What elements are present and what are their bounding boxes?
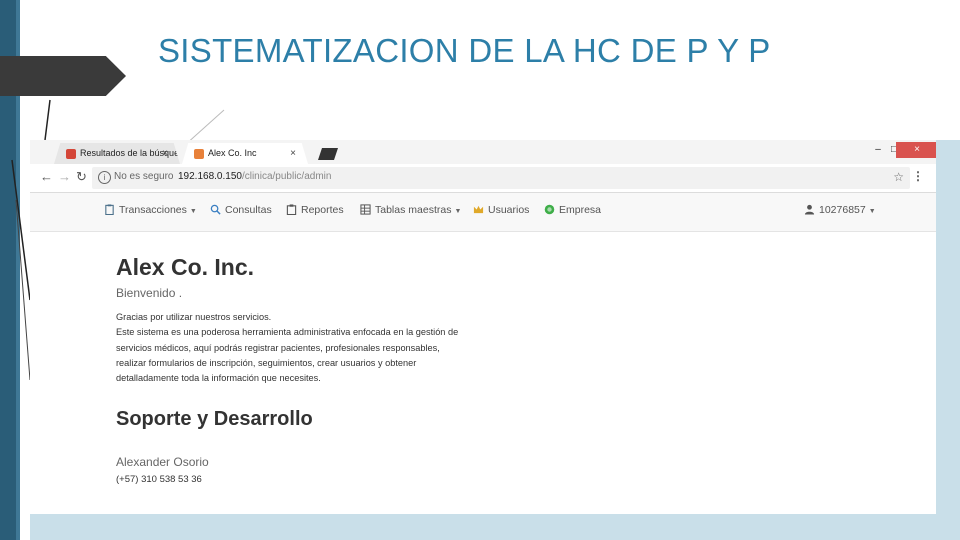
bookmark-star-icon[interactable]: ☆ [893, 170, 904, 184]
nav-empresa[interactable]: Empresa [544, 204, 601, 216]
intro-line: realizar formularios de inscripción, seg… [116, 357, 417, 368]
intro-paragraph: Gracias por utilizar nuestros servicios.… [116, 310, 486, 386]
nav-transacciones[interactable]: Transacciones ▼ [104, 204, 197, 216]
tab-alex-co[interactable]: Alex Co. Inc × [182, 143, 308, 164]
contact-phone: (+57) 310 538 53 36 [116, 474, 202, 485]
tab-strip: Resultados de la búsqued × Alex Co. Inc … [30, 140, 936, 164]
nav-label: Tablas maestras [375, 204, 452, 216]
address-bar[interactable]: i No es seguro 192.168.0.150/clinica/pub… [92, 167, 910, 189]
user-icon [804, 204, 815, 215]
menu-kebab-icon[interactable]: ⋮ [912, 169, 924, 183]
tab-search-results[interactable]: Resultados de la búsqued × [54, 143, 180, 164]
nav-tablas-maestras[interactable]: Tablas maestras ▼ [360, 204, 461, 216]
nav-usuarios[interactable]: Usuarios [473, 204, 529, 216]
intro-line: servicios médicos, aquí podrás registrar… [116, 342, 440, 353]
support-title: Soporte y Desarrollo [116, 408, 313, 430]
search-icon [210, 204, 221, 215]
contact-name: Alexander Osorio [116, 455, 209, 469]
caret-down-icon: ▼ [454, 208, 462, 215]
url-host: 192.168.0.150 [178, 171, 242, 182]
browser-window: Resultados de la búsqued × Alex Co. Inc … [30, 140, 936, 514]
nav-reportes[interactable]: Reportes [286, 204, 344, 216]
close-icon[interactable]: × [162, 143, 168, 164]
app-navbar: Transacciones ▼ Consultas Reportes Tablas… [30, 193, 936, 232]
welcome-text: Bienvenido . [116, 286, 183, 300]
clipboard-icon [105, 204, 114, 215]
nav-label: Transacciones [119, 204, 187, 216]
back-arrow-icon[interactable]: ← [40, 169, 53, 184]
nav-consultas[interactable]: Consultas [210, 204, 272, 216]
table-icon [360, 204, 371, 215]
new-tab-button[interactable] [318, 148, 338, 160]
reload-icon[interactable]: ↻ [76, 169, 87, 185]
minimize-button[interactable]: – [872, 142, 884, 158]
nav-label: Empresa [559, 204, 602, 216]
window-close-button[interactable]: × [896, 142, 936, 158]
caret-down-icon: ▼ [868, 208, 876, 215]
slide-bottom-strip [30, 514, 960, 540]
report-icon [286, 204, 297, 215]
slide-title: SISTEMATIZACION DE LA HC DE P Y P [158, 32, 771, 69]
tab-label: Alex Co. Inc [208, 148, 257, 158]
intro-line: Este sistema es una poderosa herramienta… [116, 327, 459, 338]
browser-toolbar: ← → ↻ i No es seguro 192.168.0.150/clini… [30, 164, 936, 193]
caret-down-icon: ▼ [189, 208, 197, 215]
security-label: No es seguro [114, 171, 174, 182]
app-favicon [194, 149, 204, 159]
close-icon[interactable]: × [290, 143, 296, 164]
nav-label: Usuarios [488, 204, 530, 216]
crown-icon [473, 205, 484, 214]
gmail-icon [66, 149, 76, 159]
company-name: Alex Co. Inc. [116, 254, 255, 280]
url-text[interactable]: 192.168.0.150/clinica/public/admin [178, 171, 331, 182]
globe-icon [544, 204, 555, 215]
user-menu[interactable]: 10276857 ▼ [804, 204, 876, 216]
url-path: /clinica/public/admin [241, 171, 332, 182]
user-label: 10276857 [819, 204, 866, 216]
intro-line: Gracias por utilizar nuestros servicios. [116, 312, 272, 322]
intro-line: detalladamente toda la información que n… [116, 373, 321, 384]
info-icon[interactable]: i [98, 171, 111, 184]
nav-label: Reportes [301, 204, 344, 216]
forward-arrow-icon[interactable]: → [58, 169, 71, 184]
slide-right-strip [936, 140, 960, 540]
nav-label: Consultas [225, 204, 272, 216]
